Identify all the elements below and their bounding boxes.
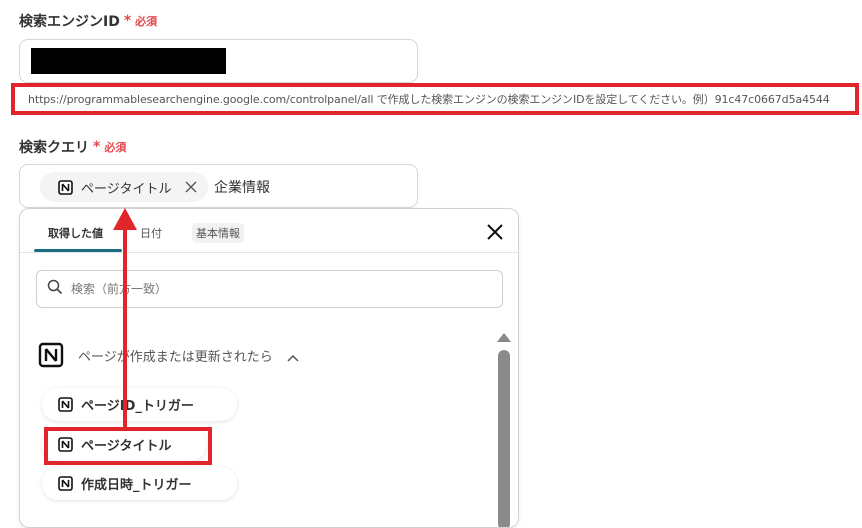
- engine-id-hint: https://programmablesearchengine.google.…: [11, 83, 859, 115]
- notion-icon: [38, 342, 64, 368]
- tab-acquired-values[interactable]: 取得した値: [48, 225, 103, 241]
- query-chip-label: ページタイトル: [81, 181, 172, 197]
- notion-icon: [58, 179, 73, 195]
- query-trailing-text: 企業情報: [214, 180, 270, 196]
- redacted-value: [31, 48, 226, 74]
- query-variable-chip[interactable]: ページタイトル: [40, 172, 208, 202]
- notion-icon: [58, 397, 73, 412]
- required-badge: 必須: [135, 15, 158, 28]
- query-label: 検索クエリ * 必須: [19, 137, 126, 157]
- group-title: ページが作成または更新されたら: [78, 349, 273, 365]
- annotation-highlight-box: [44, 427, 212, 465]
- search-icon: [47, 279, 63, 299]
- group-header-page-trigger[interactable]: ページが作成または更新されたら: [38, 342, 299, 368]
- tab-basic-info[interactable]: 基本情報: [192, 223, 244, 243]
- required-star: *: [123, 13, 132, 29]
- notion-icon: [58, 476, 73, 491]
- scrollbar[interactable]: [495, 329, 511, 527]
- engine-id-hint-text: https://programmablesearchengine.google.…: [28, 93, 830, 106]
- scroll-up-icon[interactable]: [497, 333, 511, 342]
- chevron-up-icon[interactable]: [287, 351, 299, 362]
- engine-id-label: 検索エンジンID * 必須: [19, 11, 157, 31]
- list-item-label: ページID_トリガー: [81, 399, 194, 414]
- list-item[interactable]: 作成日時_トリガー: [42, 467, 237, 500]
- tab-divider: [20, 252, 518, 253]
- query-input[interactable]: ページタイトル 企業情報: [19, 164, 418, 208]
- query-label-text: 検索クエリ: [19, 140, 89, 156]
- close-icon[interactable]: [485, 222, 505, 242]
- variable-search-box[interactable]: [36, 270, 503, 308]
- list-item[interactable]: ページID_トリガー: [42, 388, 237, 421]
- required-star: *: [93, 139, 101, 155]
- list-item-label: 作成日時_トリガー: [81, 478, 192, 493]
- variable-picker-panel: 取得した値 日付 基本情報 ページが作成または更新されたら: [19, 208, 519, 528]
- engine-id-input[interactable]: [19, 39, 418, 83]
- required-badge: 必須: [104, 141, 127, 154]
- close-icon[interactable]: [185, 181, 197, 193]
- engine-id-label-text: 検索エンジンID: [19, 14, 120, 30]
- search-input[interactable]: [69, 281, 473, 297]
- scrollbar-thumb[interactable]: [498, 350, 510, 527]
- tab-date[interactable]: 日付: [140, 225, 162, 241]
